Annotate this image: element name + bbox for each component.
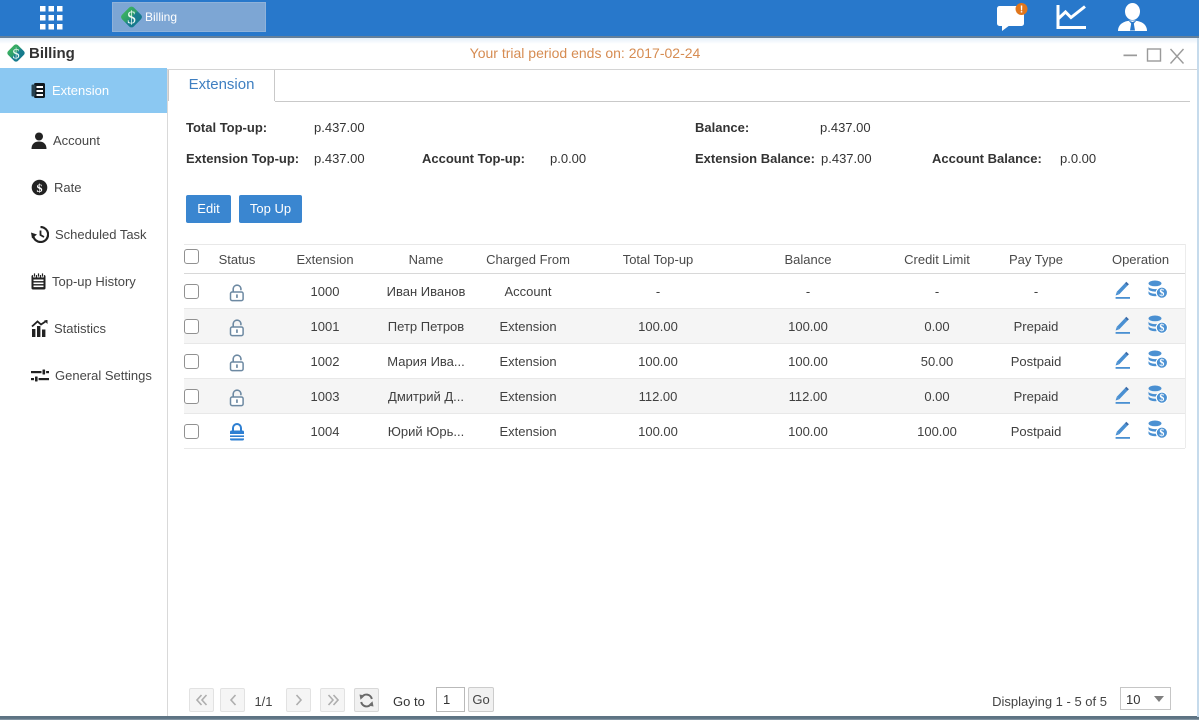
svg-text:$: $	[1159, 323, 1164, 334]
svg-text:!: !	[1020, 5, 1023, 16]
svg-text:$: $	[1159, 358, 1164, 369]
svg-text:$: $	[1159, 428, 1164, 439]
svg-text:$: $	[37, 181, 43, 195]
svg-text:$: $	[1159, 288, 1164, 299]
svg-text:$: $	[1159, 393, 1164, 404]
svg-text:$: $	[127, 7, 136, 27]
